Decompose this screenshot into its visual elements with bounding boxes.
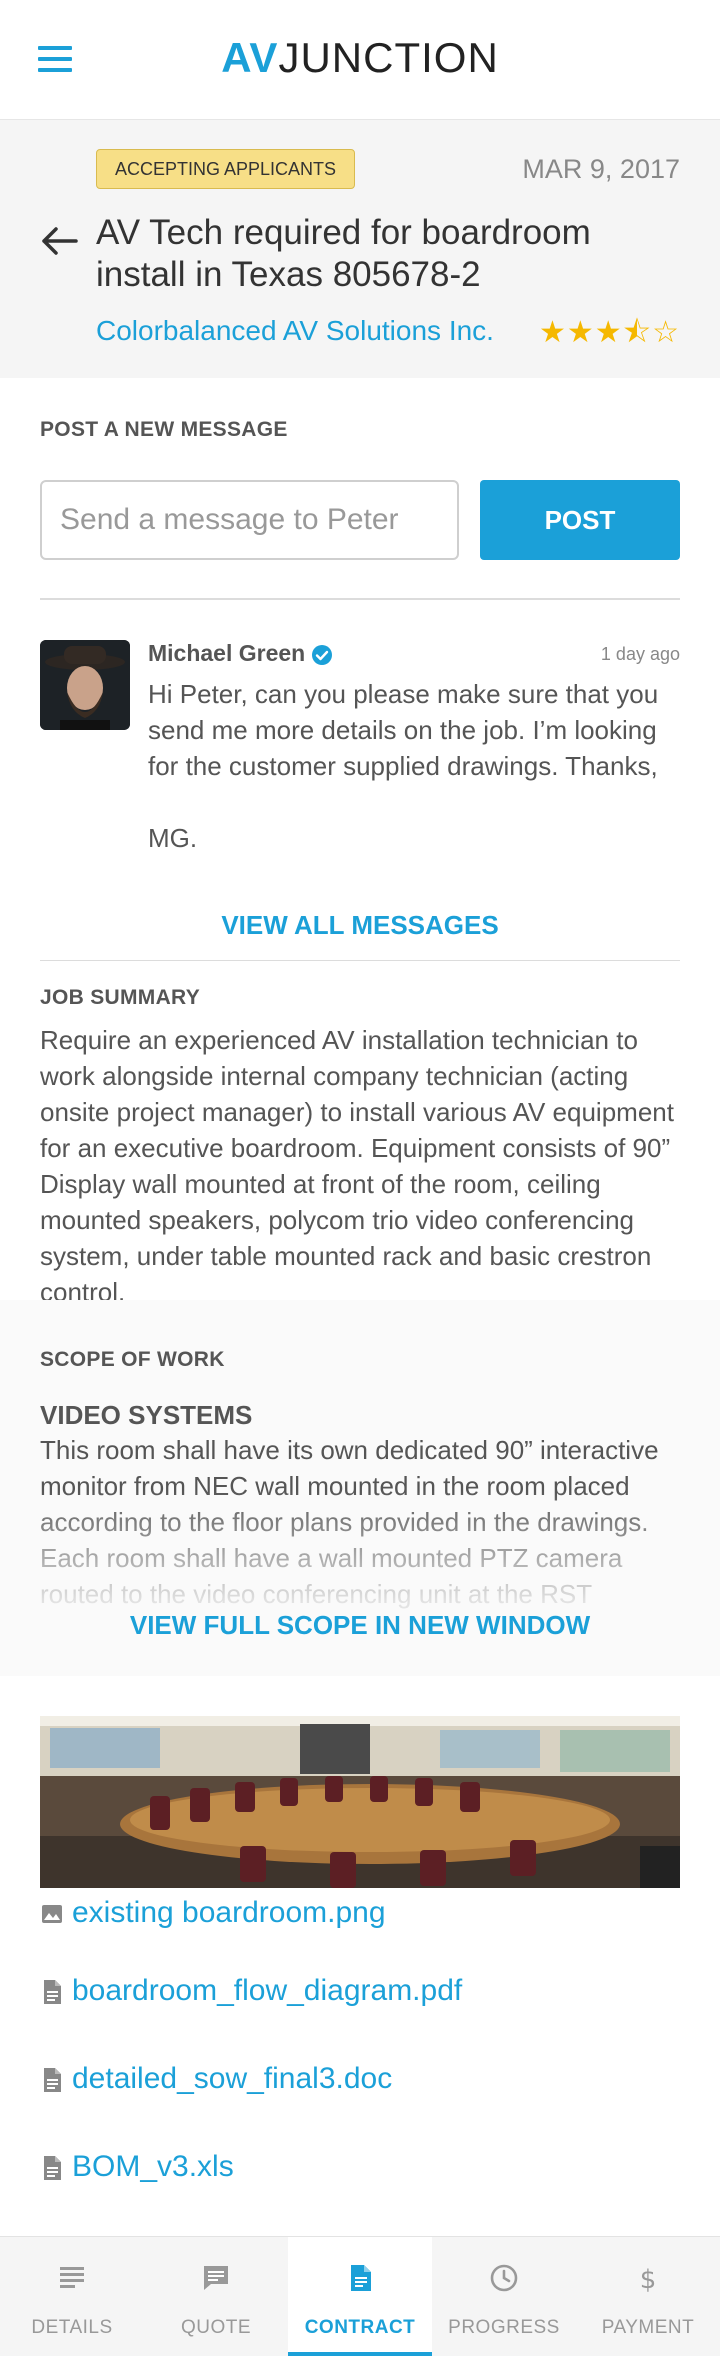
company-rating: ★★★⯪☆ <box>539 310 680 361</box>
job-summary-text: Require an experienced AV installation t… <box>40 1025 674 1307</box>
svg-text:$: $ <box>640 2265 657 2293</box>
attachment-name: existing boardroom.png <box>72 1896 386 1929</box>
divider <box>40 598 680 600</box>
star-half-icon: ⯪ <box>622 316 653 349</box>
image-icon <box>42 1905 62 1924</box>
chat-icon <box>204 2266 228 2290</box>
message-author-name: Michael Green <box>148 640 306 666</box>
scope-label: SCOPE OF WORK <box>40 1348 225 1371</box>
view-all-messages-button[interactable]: VIEW ALL MESSAGES <box>0 910 720 941</box>
star-full-icon: ★ <box>538 316 567 349</box>
attachment-file[interactable]: BOM_v3.xls <box>40 2150 234 2184</box>
avatar <box>40 640 130 730</box>
back-arrow-icon[interactable] <box>38 220 80 262</box>
post-message-label: POST A NEW MESSAGE <box>40 418 288 441</box>
logo-av: AV <box>221 34 279 81</box>
post-button[interactable]: POST <box>480 480 680 560</box>
message-author: Michael Green <box>148 640 333 667</box>
tab-details[interactable]: DETAILS <box>0 2237 144 2356</box>
attachment-name: boardroom_flow_diagram.pdf <box>72 1974 463 2007</box>
clock-icon <box>490 2264 518 2292</box>
scope-heading: VIDEO SYSTEMS <box>40 1400 253 1430</box>
job-summary-label: JOB SUMMARY <box>40 986 201 1009</box>
tab-label: QUOTE <box>180 2317 252 2338</box>
job-header: ACCEPTING APPLICANTS MAR 9, 2017 AV Tech… <box>0 120 720 378</box>
scope-fade <box>0 1490 720 1676</box>
message-input[interactable] <box>40 480 459 560</box>
document-icon <box>44 2156 61 2181</box>
document-icon <box>44 1980 61 2005</box>
top-bar: AVJUNCTION <box>0 0 720 120</box>
divider <box>40 960 680 961</box>
star-full-icon: ★ <box>566 316 595 349</box>
app-logo[interactable]: AVJUNCTION <box>0 34 720 82</box>
details-icon <box>60 2267 84 2288</box>
tab-label: DETAILS <box>31 2317 113 2338</box>
dollar-icon: $ <box>640 2265 657 2293</box>
attachment-file[interactable]: boardroom_flow_diagram.pdf <box>40 1974 462 2008</box>
boardroom-image[interactable] <box>40 1716 680 1888</box>
star-full-icon: ★ <box>594 316 623 349</box>
company-link[interactable]: Colorbalanced AV Solutions Inc. <box>96 315 494 347</box>
tab-quote[interactable]: QUOTE <box>144 2237 288 2356</box>
logo-junction: JUNCTION <box>278 34 499 81</box>
document-icon <box>351 2265 371 2291</box>
tab-label: PAYMENT <box>601 2317 695 2338</box>
tab-contract[interactable]: CONTRACT <box>288 2237 432 2356</box>
tab-label: PROGRESS <box>448 2317 560 2338</box>
tab-progress[interactable]: PROGRESS <box>432 2237 576 2356</box>
attachment-file[interactable]: existing boardroom.png <box>40 1896 386 1930</box>
message-body: Hi Peter, can you please make sure that … <box>148 679 659 853</box>
attachment-file[interactable]: detailed_sow_final3.doc <box>40 2062 392 2096</box>
tab-label: CONTRACT <box>304 2317 416 2338</box>
attachment-name: detailed_sow_final3.doc <box>72 2062 393 2095</box>
view-full-scope-button[interactable]: VIEW FULL SCOPE IN NEW WINDOW <box>0 1610 720 1641</box>
attachment-name: BOM_v3.xls <box>72 2150 234 2183</box>
star-empty-icon: ☆ <box>652 316 680 349</box>
bottom-nav: DETAILS QUOTE CONTRACT PROGRESS $ PAYMEN… <box>0 2236 720 2356</box>
tab-payment[interactable]: $ PAYMENT <box>576 2237 720 2356</box>
status-badge: ACCEPTING APPLICANTS <box>96 149 356 189</box>
verified-icon <box>312 644 333 665</box>
document-icon <box>44 2068 61 2093</box>
scope-of-work: SCOPE OF WORK VIDEO SYSTEMS This room sh… <box>0 1300 720 1676</box>
job-date: MAR 9, 2017 <box>522 154 680 184</box>
job-title: AV Tech required for boardroom install i… <box>96 213 591 294</box>
message-time: 1 day ago <box>600 644 680 664</box>
